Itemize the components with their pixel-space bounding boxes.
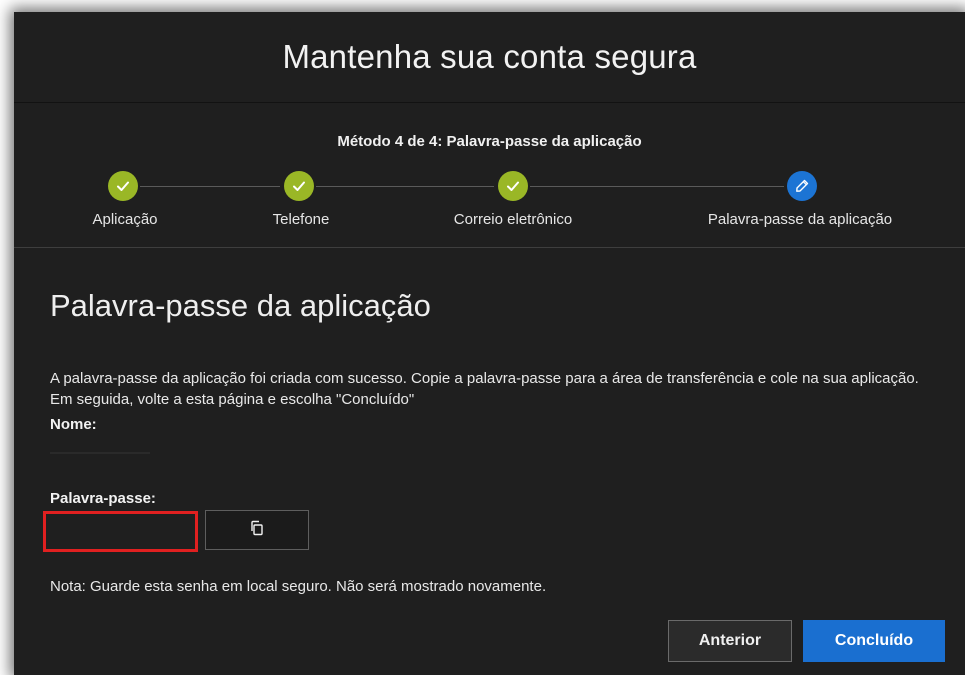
- warning-note: Nota: Guarde esta senha em local seguro.…: [50, 578, 547, 595]
- step-label-aplicacao: Aplicação: [92, 211, 158, 228]
- step-label-telefone: Telefone: [272, 211, 330, 228]
- progress-stepper: Aplicação Telefone Correio eletrônico Pa…: [14, 167, 965, 237]
- name-label: Nome:: [50, 416, 97, 433]
- step-1-check-icon: [108, 171, 138, 201]
- step-4-pencil-icon: [787, 171, 817, 201]
- step-2-check-icon: [284, 171, 314, 201]
- step-connector: [530, 186, 784, 187]
- name-value: [50, 452, 150, 454]
- dialog-window: Mantenha sua conta segura Método 4 de 4:…: [14, 12, 965, 675]
- done-button[interactable]: Concluído: [803, 620, 945, 662]
- step-label-palavra-passe: Palavra-passe da aplicação: [707, 211, 893, 228]
- section-title: Palavra-passe da aplicação: [50, 288, 431, 323]
- title-divider: [14, 102, 965, 103]
- password-field[interactable]: [43, 511, 198, 552]
- step-label-correio: Correio eletrônico: [453, 211, 573, 228]
- copy-password-button[interactable]: [205, 510, 309, 550]
- success-description: A palavra-passe da aplicação foi criada …: [50, 370, 919, 408]
- section-divider: [14, 247, 965, 248]
- dialog-title: Mantenha sua conta segura: [282, 38, 697, 75]
- password-label: Palavra-passe:: [50, 490, 156, 507]
- step-connector: [316, 186, 494, 187]
- step-3-check-icon: [498, 171, 528, 201]
- previous-button[interactable]: Anterior: [668, 620, 792, 662]
- step-connector: [140, 186, 280, 187]
- method-progress: Método 4 de 4: Palavra-passe da aplicaçã…: [337, 133, 642, 150]
- copy-icon: [249, 520, 265, 541]
